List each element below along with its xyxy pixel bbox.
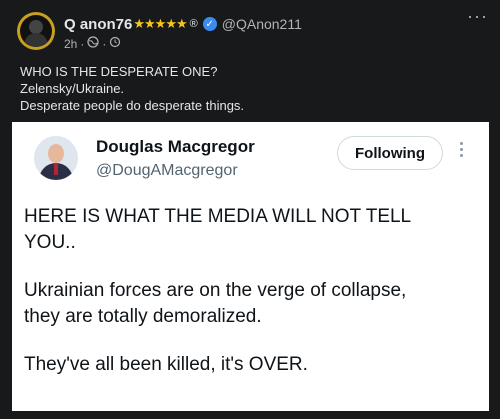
post-header: Q anon76 ★★★★★ ® ✓ @QAnon211 2h · · ··· xyxy=(0,0,500,60)
caption-line: Desperate people do desperate things. xyxy=(20,98,245,113)
tweet-text: HERE IS WHAT THE MEDIA WILL NOT TELL YOU… xyxy=(24,204,484,378)
tweet-line: they are totally demoralized. xyxy=(24,306,262,327)
meta-separator: · xyxy=(80,36,85,51)
history-icon xyxy=(109,36,121,51)
following-button: Following xyxy=(337,136,443,170)
stars-badge: ★★★★★ xyxy=(133,16,187,31)
meta-separator: · xyxy=(102,36,107,51)
caption-line: WHO IS THE DESPERATE ONE? xyxy=(20,64,218,79)
tweet-author-avatar xyxy=(34,136,78,180)
post-meta: 2h · · xyxy=(64,36,124,51)
kebab-menu-icon xyxy=(460,142,464,160)
avatar-image xyxy=(20,15,52,47)
caption-line: Zelensky/Ukraine. xyxy=(20,81,125,96)
author-row: Q anon76 ★★★★★ ® ✓ @QAnon211 xyxy=(64,14,302,34)
post-caption: WHO IS THE DESPERATE ONE? Zelensky/Ukrai… xyxy=(20,63,244,114)
author-handle[interactable]: @QAnon211 xyxy=(222,16,302,32)
tweet-author-name: Douglas Macgregor xyxy=(96,137,255,156)
author-name[interactable]: Q anon76 xyxy=(64,16,132,33)
registered-mark: ® xyxy=(189,18,198,30)
author-avatar[interactable] xyxy=(17,12,55,50)
tweet-line: YOU.. xyxy=(24,232,76,253)
post-time[interactable]: 2h xyxy=(64,37,77,51)
embedded-tweet-screenshot[interactable]: Douglas Macgregor @DougAMacgregor Follow… xyxy=(12,122,489,411)
tweet-line: HERE IS WHAT THE MEDIA WILL NOT TELL xyxy=(24,206,412,227)
tweet-line: They've all been killed, it's OVER. xyxy=(24,354,308,375)
tweet-author-handle: @DougAMacgregor xyxy=(96,162,238,179)
globe-icon xyxy=(87,36,99,51)
more-options-icon[interactable]: ··· xyxy=(467,6,488,27)
verified-badge-icon: ✓ xyxy=(202,17,217,31)
tweet-line: Ukrainian forces are on the verge of col… xyxy=(24,280,407,301)
